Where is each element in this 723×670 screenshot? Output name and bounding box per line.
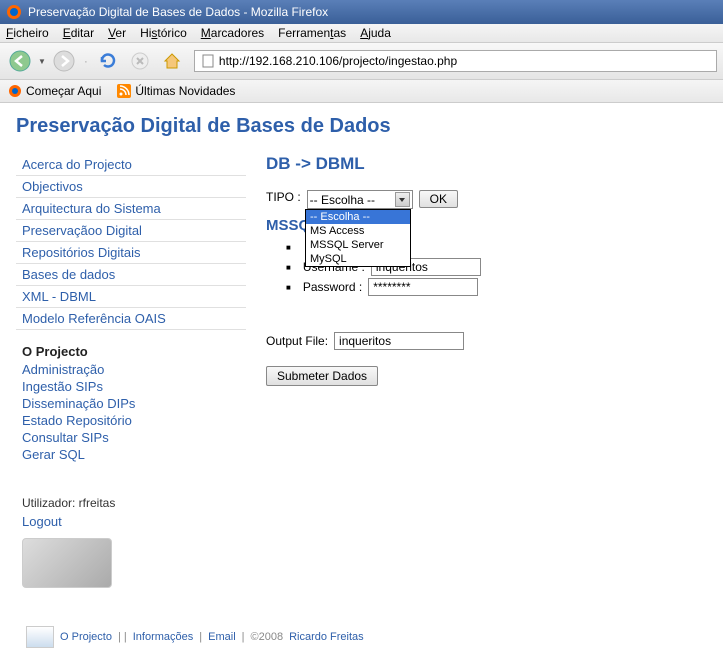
home-button[interactable] (158, 47, 186, 75)
footer-year: ©2008 (251, 631, 284, 643)
menu-ver[interactable]: Ver (108, 26, 126, 40)
bookmark-toolbar: Começar Aqui Últimas Novidades (0, 80, 723, 103)
footer-informacoes[interactable]: Informações (133, 631, 194, 643)
footer-email[interactable]: Email (208, 631, 236, 643)
sidebar-item-acerca[interactable]: Acerca do Projecto (16, 154, 246, 176)
firefox-icon (6, 4, 22, 20)
dropdown-option-mssql[interactable]: MSSQL Server (306, 238, 410, 252)
sidebar: Acerca do Projecto Objectivos Arquitectu… (16, 154, 246, 596)
sidebar-item-ingestao[interactable]: Ingestão SIPs (16, 378, 246, 395)
menu-ferramentas[interactable]: Ferramentas (278, 26, 346, 40)
page-icon (201, 54, 215, 68)
footer-author[interactable]: Ricardo Freitas (289, 631, 364, 643)
sidebar-image (22, 538, 112, 588)
password-label: Password : (303, 280, 362, 294)
url-bar[interactable]: http://192.168.210.106/projecto/ingestao… (194, 50, 717, 72)
window-titlebar: Preservação Digital de Bases de Dados - … (0, 0, 723, 24)
bookmark-comecar-label: Começar Aqui (26, 84, 101, 98)
sidebar-item-xml[interactable]: XML - DBML (16, 286, 246, 308)
back-button[interactable] (6, 47, 34, 75)
bookmark-novidades-label: Últimas Novidades (135, 84, 235, 98)
main-heading: DB -> DBML (266, 154, 707, 174)
sidebar-item-arquitectura[interactable]: Arquitectura do Sistema (16, 198, 246, 220)
sidebar-item-gerar[interactable]: Gerar SQL (16, 446, 246, 463)
submit-button[interactable]: Submeter Dados (266, 366, 378, 386)
sidebar-item-admin[interactable]: Administração (16, 361, 246, 378)
tipo-label: TIPO : (266, 190, 301, 204)
sidebar-item-modelo[interactable]: Modelo Referência OAIS (16, 308, 246, 330)
back-dropdown-icon[interactable]: ▼ (38, 57, 46, 66)
sidebar-item-consultar[interactable]: Consultar SIPs (16, 429, 246, 446)
dropdown-option-mysql[interactable]: MySQL (306, 252, 410, 266)
sidebar-item-preservacao[interactable]: Preservaçãoo Digital (16, 220, 246, 242)
menu-ficheiro[interactable]: Ficheiro (6, 26, 49, 40)
sidebar-item-objectivos[interactable]: Objectivos (16, 176, 246, 198)
footer-projecto[interactable]: O Projecto (60, 631, 112, 643)
forward-button[interactable] (50, 47, 78, 75)
main-content: DB -> DBML TIPO : -- Escolha -- OK -- Es… (266, 154, 707, 596)
bookmark-novidades[interactable]: Últimas Novidades (117, 84, 235, 98)
tipo-select-value: -- Escolha -- (310, 193, 375, 207)
menu-bar: Ficheiro Editar Ver Histórico Marcadores… (0, 24, 723, 43)
footer-icon (26, 626, 54, 648)
url-text: http://192.168.210.106/projecto/ingestao… (219, 54, 457, 68)
menu-historico[interactable]: Histórico (140, 26, 187, 40)
sidebar-item-estado[interactable]: Estado Repositório (16, 412, 246, 429)
output-input[interactable] (334, 332, 464, 350)
sidebar-item-disseminacao[interactable]: Disseminação DIPs (16, 395, 246, 412)
nav-separator: · (84, 54, 88, 68)
user-label: Utilizador: rfreitas (16, 493, 246, 513)
tipo-select[interactable]: -- Escolha -- (307, 190, 413, 209)
menu-marcadores[interactable]: Marcadores (201, 26, 264, 40)
form-row-password: Password : (286, 278, 707, 296)
logout-link[interactable]: Logout (16, 513, 246, 530)
window-title: Preservação Digital de Bases de Dados - … (28, 5, 328, 19)
footer: O Projecto | | Informações | Email | ©20… (16, 616, 707, 658)
stop-button[interactable] (126, 47, 154, 75)
dropdown-option-msaccess[interactable]: MS Access (306, 224, 410, 238)
sidebar-item-bases[interactable]: Bases de dados (16, 264, 246, 286)
menu-editar[interactable]: Editar (63, 26, 94, 40)
output-label: Output File: (266, 334, 328, 348)
sidebar-item-repositorios[interactable]: Repositórios Digitais (16, 242, 246, 264)
page-title: Preservação Digital de Bases de Dados (16, 115, 707, 138)
sidebar-heading-projecto: O Projecto (16, 330, 246, 361)
reload-button[interactable] (94, 47, 122, 75)
tipo-dropdown: -- Escolha -- MS Access MSSQL Server MyS… (305, 209, 411, 267)
bookmark-comecar[interactable]: Começar Aqui (8, 84, 101, 98)
menu-ajuda[interactable]: Ajuda (360, 26, 391, 40)
nav-toolbar: ▼ · http://192.168.210.106/projecto/inge… (0, 43, 723, 80)
password-input[interactable] (368, 278, 478, 296)
firefox-small-icon (8, 84, 22, 98)
chevron-down-icon (395, 192, 410, 207)
ok-button[interactable]: OK (419, 190, 458, 208)
dropdown-option-escolha[interactable]: -- Escolha -- (306, 210, 410, 224)
rss-icon (117, 84, 131, 98)
